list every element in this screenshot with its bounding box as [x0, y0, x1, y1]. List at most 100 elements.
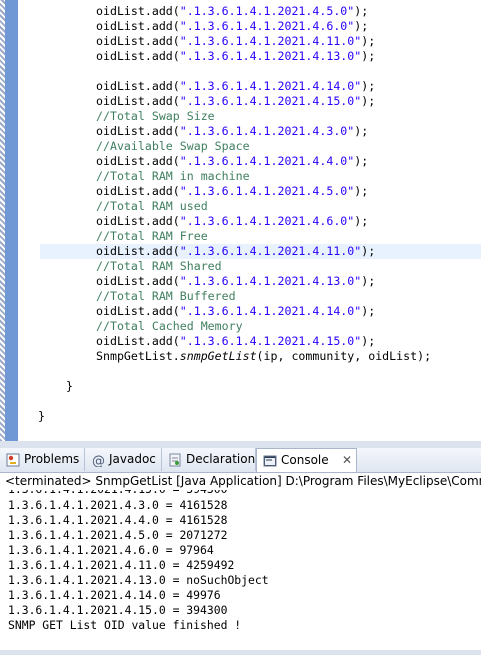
console-line: 1.3.6.1.4.1.2021.4.6.0 = 97964	[8, 543, 214, 557]
code-text: oidList.add(".1.3.6.1.4.1.2021.4.6.0");	[96, 19, 368, 34]
code-call: oidList.add(	[96, 19, 180, 33]
code-tail: );	[361, 244, 376, 258]
code-string-literal: ".1.3.6.1.4.1.2021.4.5.0"	[179, 184, 355, 198]
code-line: oidList.add(".1.3.6.1.4.1.2021.4.15.0");	[18, 94, 481, 109]
code-editor[interactable]: oidList.add(".1.3.6.1.4.1.2021.4.5.0"); o…	[0, 0, 481, 441]
code-comment-line: //Total RAM used	[18, 199, 481, 214]
code-string-literal: ".1.3.6.1.4.1.2021.4.4.0"	[179, 154, 355, 168]
code-string-literal: ".1.3.6.1.4.1.2021.4.14.0"	[179, 304, 362, 318]
tab-label: Javadoc	[109, 452, 156, 466]
code-comment-line: //Total RAM Free	[18, 229, 481, 244]
console-output[interactable]: 1.3.6.1.4.1.2021.4.15.0 = 3943001.3.6.1.…	[0, 490, 481, 650]
console-process-label: <terminated> SnmpGetList [Java Applicati…	[0, 473, 481, 490]
code-string-literal: ".1.3.6.1.4.1.2021.4.15.0"	[179, 334, 362, 348]
console-line: 1.3.6.1.4.1.2021.4.11.0 = 4259492	[8, 558, 235, 572]
code-tail: );	[361, 304, 376, 318]
closing-brace-class: }	[38, 409, 45, 423]
tab-problems[interactable]: Problems	[0, 448, 85, 471]
code-text: oidList.add(".1.3.6.1.4.1.2021.4.5.0");	[96, 184, 368, 199]
code-line: oidList.add(".1.3.6.1.4.1.2021.4.6.0");	[18, 214, 481, 229]
code-text: //Total RAM in machine	[96, 169, 250, 183]
bottom-border	[0, 650, 481, 655]
svg-text:@: @	[92, 454, 105, 467]
code-call: oidList.add(	[96, 184, 180, 198]
code-string-literal: ".1.3.6.1.4.1.2021.4.13.0"	[179, 49, 362, 63]
code-line: oidList.add(".1.3.6.1.4.1.2021.4.11.0");	[40, 244, 481, 259]
code-tail: );	[354, 214, 369, 228]
code-line: SnmpGetList.snmpGetList(ip, community, o…	[18, 349, 481, 364]
view-tab-bar: Problems @ Javadoc Declaration Console ✕	[0, 448, 481, 473]
code-call: oidList.add(	[96, 244, 180, 258]
code-string-literal: ".1.3.6.1.4.1.2021.4.11.0"	[179, 34, 362, 48]
code-tail: );	[354, 154, 369, 168]
code-call: oidList.add(	[96, 334, 180, 348]
code-string-literal: ".1.3.6.1.4.1.2021.4.6.0"	[179, 19, 355, 33]
code-text: oidList.add(".1.3.6.1.4.1.2021.4.5.0");	[96, 4, 368, 19]
code-line: oidList.add(".1.3.6.1.4.1.2021.4.3.0");	[18, 124, 481, 139]
code-string-literal: ".1.3.6.1.4.1.2021.4.5.0"	[179, 4, 355, 18]
code-line: oidList.add(".1.3.6.1.4.1.2021.4.5.0");	[18, 4, 481, 19]
code-text: //Available Swap Space	[96, 139, 250, 153]
code-call: oidList.add(	[96, 4, 180, 18]
code-tail: );	[354, 19, 369, 33]
code-line: oidList.add(".1.3.6.1.4.1.2021.4.13.0");	[18, 49, 481, 64]
code-line: oidList.add(".1.3.6.1.4.1.2021.4.11.0");	[18, 34, 481, 49]
code-text: //Total Cached Memory	[96, 319, 243, 333]
console-line: 1.3.6.1.4.1.2021.4.14.0 = 49976	[8, 588, 221, 602]
code-text: oidList.add(".1.3.6.1.4.1.2021.4.4.0");	[96, 154, 368, 169]
code-text: //Total RAM Buffered	[96, 289, 236, 303]
code-line: oidList.add(".1.3.6.1.4.1.2021.4.13.0");	[18, 274, 481, 289]
tab-declaration[interactable]: Declaration	[162, 448, 256, 471]
code-comment-line: //Total RAM Buffered	[18, 289, 481, 304]
javadoc-icon: @	[91, 452, 105, 469]
code-text: //Total Swap Size	[96, 109, 215, 123]
code-text: SnmpGetList.snmpGetList(ip, community, o…	[96, 349, 431, 364]
console-line: 1.3.6.1.4.1.2021.4.3.0 = 4161528	[8, 498, 228, 512]
code-text: //Total RAM Free	[96, 229, 208, 243]
declaration-icon	[168, 452, 182, 467]
code-tail: );	[354, 124, 369, 138]
code-comment-line: //Total RAM in machine	[18, 169, 481, 184]
code-comment-line: //Total Cached Memory	[18, 319, 481, 334]
code-string-literal: ".1.3.6.1.4.1.2021.4.11.0"	[179, 244, 362, 258]
code-class-ref: SnmpGetList.	[96, 349, 180, 363]
code-tail: );	[361, 334, 376, 348]
code-comment-line: //Total Swap Size	[18, 109, 481, 124]
code-text: oidList.add(".1.3.6.1.4.1.2021.4.13.0");	[96, 274, 375, 289]
code-call: oidList.add(	[96, 34, 180, 48]
close-icon[interactable]: ✕	[342, 449, 352, 472]
code-line: oidList.add(".1.3.6.1.4.1.2021.4.6.0");	[18, 19, 481, 34]
code-static-method: snmpGetList	[179, 349, 257, 363]
code-call: oidList.add(	[96, 154, 180, 168]
console-line: SNMP GET List OID value finished !	[8, 618, 242, 632]
code-call: oidList.add(	[96, 214, 180, 228]
code-args: (ip, community, oidList);	[256, 349, 432, 363]
code-text: oidList.add(".1.3.6.1.4.1.2021.4.14.0");	[96, 304, 375, 319]
code-text: oidList.add(".1.3.6.1.4.1.2021.4.11.0");	[96, 244, 375, 259]
code-text: //Total RAM Shared	[96, 259, 222, 273]
code-text: oidList.add(".1.3.6.1.4.1.2021.4.15.0");	[96, 94, 375, 109]
code-tail: );	[361, 79, 376, 93]
code-call: oidList.add(	[96, 94, 180, 108]
console-line: 1.3.6.1.4.1.2021.4.15.0 = 394300	[8, 603, 228, 617]
code-line: oidList.add(".1.3.6.1.4.1.2021.4.5.0");	[18, 184, 481, 199]
code-call: oidList.add(	[96, 124, 180, 138]
console-line: 1.3.6.1.4.1.2021.4.13.0 = noSuchObject	[8, 573, 269, 587]
editor-text-area[interactable]: oidList.add(".1.3.6.1.4.1.2021.4.5.0"); o…	[18, 0, 481, 441]
editor-gutter[interactable]	[5, 0, 18, 441]
code-string-literal: ".1.3.6.1.4.1.2021.4.14.0"	[179, 79, 362, 93]
code-string-literal: ".1.3.6.1.4.1.2021.4.15.0"	[179, 94, 362, 108]
code-call: oidList.add(	[96, 49, 180, 63]
panel-splitter[interactable]	[0, 441, 481, 448]
code-text: oidList.add(".1.3.6.1.4.1.2021.4.11.0");	[96, 34, 375, 49]
tab-console[interactable]: Console ✕	[256, 448, 357, 472]
tab-javadoc[interactable]: @ Javadoc	[85, 448, 162, 471]
code-text: oidList.add(".1.3.6.1.4.1.2021.4.6.0");	[96, 214, 368, 229]
code-tail: );	[361, 274, 376, 288]
code-line: oidList.add(".1.3.6.1.4.1.2021.4.14.0");	[18, 304, 481, 319]
code-line: oidList.add(".1.3.6.1.4.1.2021.4.14.0");	[18, 79, 481, 94]
code-string-literal: ".1.3.6.1.4.1.2021.4.13.0"	[179, 274, 362, 288]
code-text: oidList.add(".1.3.6.1.4.1.2021.4.3.0");	[96, 124, 368, 139]
code-tail: );	[361, 34, 376, 48]
tab-label: Declaration	[186, 452, 256, 466]
